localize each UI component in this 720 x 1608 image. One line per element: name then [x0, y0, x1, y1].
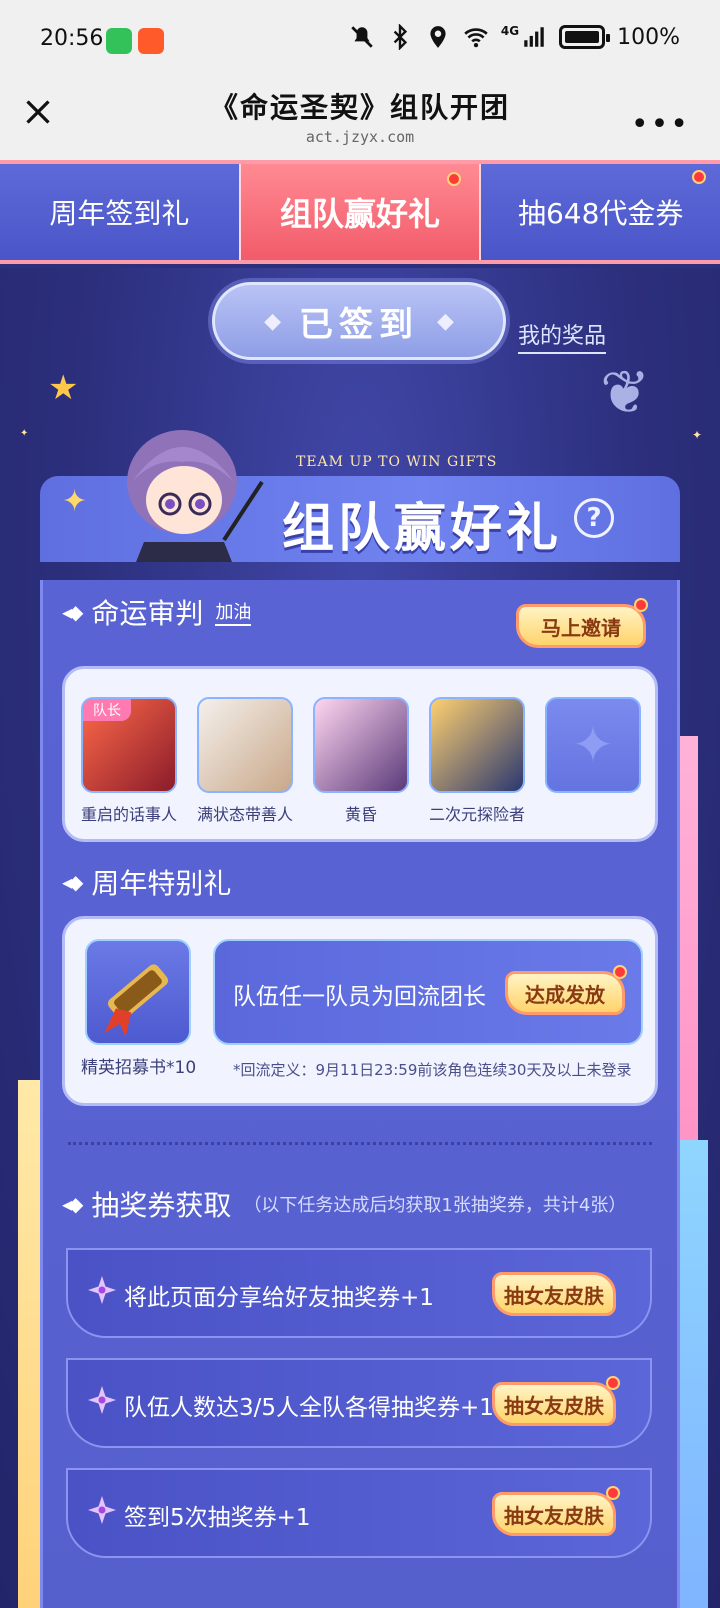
notification-dot — [634, 598, 648, 612]
member-name: 满状态带善人 — [196, 805, 293, 824]
anniversary-title: 周年特别礼 — [91, 867, 232, 900]
sparkle-star-icon — [88, 1496, 116, 1524]
return-definition-note: *回流定义：9月11日23:59前该角色连续30天及以上未登录 — [233, 1061, 632, 1079]
team-member[interactable]: 队长 重启的话事人 — [79, 697, 179, 825]
sparkle-star-icon — [88, 1276, 116, 1304]
arrow-right-icon: ◆ — [437, 308, 454, 334]
sparkle-icon: ✦ — [62, 484, 88, 519]
mute-icon — [351, 26, 373, 48]
team-member[interactable]: 黄昏 — [311, 697, 411, 825]
empty-slot-placeholder: ✦ — [545, 697, 641, 793]
draw-skin-button[interactable]: 抽女友皮肤 — [492, 1272, 616, 1316]
invite-now-label: 马上邀请 — [541, 615, 621, 640]
gift-item-name: 精英招募书*10 — [81, 1058, 197, 1078]
wechat-app-icon — [106, 28, 132, 54]
tab-label: 抽648代金券 — [517, 197, 684, 230]
page-url: act.jzyx.com — [305, 128, 415, 146]
banner-english: TEAM UP TO WIN GIFTS — [296, 454, 498, 470]
member-avatar — [197, 697, 293, 793]
notification-dot — [606, 1376, 620, 1390]
sparkle-star-icon — [88, 1386, 116, 1414]
notification-dot — [447, 172, 462, 186]
location-icon — [430, 26, 446, 48]
member-avatar — [429, 697, 525, 793]
tab-voucher-draw[interactable]: 抽648代金券 — [481, 164, 720, 260]
task-text: 将此页面分享给好友抽奖券+1 — [124, 1285, 434, 1311]
status-icons: 4G 100% — [349, 24, 680, 50]
butterfly-icon: ❦ — [600, 358, 651, 428]
team-section-title: ◂◆ 命运审判 加油 — [62, 592, 252, 632]
team-name: 命运审判 — [91, 597, 204, 630]
bluetooth-icon — [393, 24, 407, 50]
anniversary-section-title: ◂◆ 周年特别礼 — [62, 862, 231, 902]
claim-reward-button[interactable]: 达成发放 — [505, 971, 625, 1015]
section-divider — [68, 1142, 652, 1145]
diamond-bullet-icon: ◂◆ — [62, 1192, 84, 1216]
member-name: 二次元探险者 — [428, 805, 525, 824]
member-name: 重启的话事人 — [80, 805, 177, 824]
lottery-subtitle: （以下任务达成后均获取1张抽奖券，共计4张） — [243, 1195, 627, 1216]
page-title: 《命运圣契》组队开团 — [209, 91, 510, 124]
draw-skin-label: 抽女友皮肤 — [504, 1503, 604, 1528]
invite-now-button[interactable]: 马上邀请 — [516, 604, 646, 648]
gift-condition-text: 队伍任一队员为回流团长 — [233, 984, 486, 1010]
banner-title: 组队赢好礼 — [282, 499, 563, 559]
tab-label: 周年签到礼 — [49, 197, 190, 230]
task-row: 签到5次抽奖券+1 抽女友皮肤 — [66, 1468, 652, 1558]
notification-dot — [692, 170, 707, 184]
notification-dot — [613, 965, 627, 979]
arrow-left-icon: ◆ — [264, 308, 281, 334]
tab-anniversary-signin[interactable]: 周年签到礼 — [0, 164, 239, 260]
draw-skin-button[interactable]: 抽女友皮肤 — [492, 1382, 616, 1426]
member-avatar — [313, 697, 409, 793]
empty-member-slot[interactable]: ✦ — [543, 697, 643, 801]
signed-in-button[interactable]: ◆ 已签到 ◆ — [212, 282, 506, 360]
my-prizes-link[interactable]: 我的奖品 — [518, 318, 607, 354]
member-name: 黄昏 — [344, 805, 377, 824]
tab-label: 组队赢好礼 — [280, 195, 441, 233]
task-text: 队伍人数达3/5人全队各得抽奖券+1 — [124, 1395, 494, 1421]
help-icon[interactable]: ? — [574, 498, 614, 538]
tab-team-gifts[interactable]: 组队赢好礼 — [238, 164, 482, 260]
wifi-icon — [464, 28, 488, 48]
claim-reward-label: 达成发放 — [525, 982, 605, 1007]
star-icon: ★ — [48, 368, 79, 408]
anniversary-gift-card: 精英招募书*10 队伍任一队员为回流团长 达成发放 *回流定义：9月11日23:… — [62, 916, 658, 1106]
team-members-card: 队长 重启的话事人 满状态带善人 黄昏 二次元探险者 ✦ — [62, 666, 658, 842]
sparkle-icon: ✦ — [20, 428, 29, 439]
lottery-title: 抽奖券获取 — [91, 1189, 232, 1222]
status-time: 20:56 — [40, 26, 104, 51]
team-member[interactable]: 二次元探险者 — [427, 697, 527, 825]
sparkle-icon: ✦ — [692, 428, 703, 442]
diamond-bullet-icon: ◂◆ — [62, 870, 84, 894]
status-bar: 20:56 4G 100% — [0, 0, 720, 82]
battery-label: 100% — [617, 24, 680, 50]
diamond-bullet-icon: ◂◆ — [62, 600, 84, 624]
recruit-scroll-icon — [85, 939, 191, 1045]
taobao-app-icon — [138, 28, 164, 54]
lottery-section-title: ◂◆ 抽奖券获取 （以下任务达成后均获取1张抽奖券，共计4张） — [62, 1184, 626, 1224]
signed-in-label: 已签到 — [299, 304, 419, 345]
task-text: 签到5次抽奖券+1 — [124, 1505, 311, 1531]
draw-skin-label: 抽女友皮肤 — [504, 1283, 604, 1308]
network-label: 4G — [500, 24, 520, 38]
signal-icon — [524, 27, 544, 47]
member-avatar: 队长 — [81, 697, 177, 793]
gift-condition-box: 队伍任一队员为回流团长 达成发放 — [213, 939, 643, 1045]
tab-bar: 周年签到礼 组队赢好礼 抽648代金券 — [0, 160, 720, 264]
draw-skin-button[interactable]: 抽女友皮肤 — [492, 1492, 616, 1536]
draw-skin-label: 抽女友皮肤 — [504, 1393, 604, 1418]
team-member[interactable]: 满状态带善人 — [195, 697, 295, 825]
task-row: 将此页面分享给好友抽奖券+1 抽女友皮肤 — [66, 1248, 652, 1338]
cheer-link[interactable]: 加油 — [215, 598, 252, 626]
notification-dot — [606, 1486, 620, 1500]
task-row: 队伍人数达3/5人全队各得抽奖券+1 抽女友皮肤 — [66, 1358, 652, 1448]
browser-bar: 《命运圣契》组队开团 act.jzyx.com ••• — [0, 82, 720, 160]
more-options-icon[interactable]: ••• — [631, 110, 690, 140]
battery-icon — [559, 25, 611, 49]
leader-badge: 队长 — [83, 699, 131, 721]
chibi-character-image — [127, 430, 264, 562]
